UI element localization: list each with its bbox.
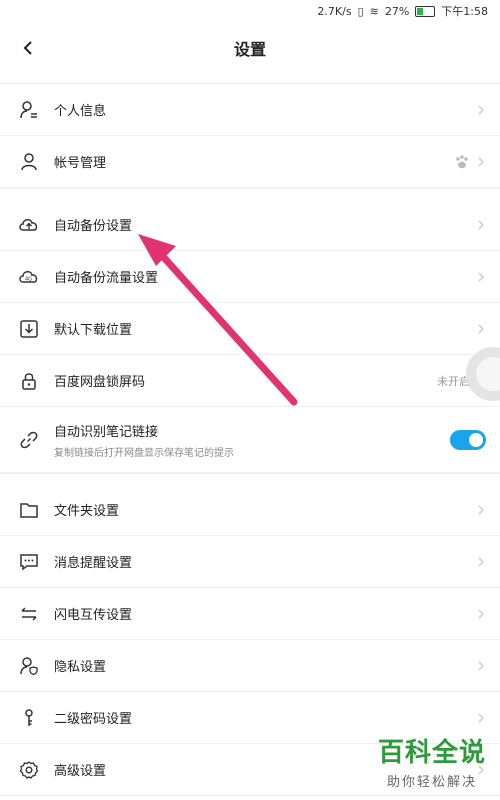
- row-label: 自动备份流量设置: [54, 271, 159, 286]
- header: 设置: [0, 22, 500, 74]
- svg-text:4G: 4G: [25, 276, 32, 282]
- settings-row-backup-data-usage[interactable]: 4G 自动备份流量设置: [0, 251, 500, 303]
- row-label: 消息提醒设置: [54, 556, 133, 571]
- settings-row-auto-backup[interactable]: 自动备份设置: [0, 199, 500, 251]
- row-label: 个人信息: [54, 104, 107, 119]
- settings-list: 个人信息 帐号管理 自动备份设置 4G 自动备份流量设置 默认下载位置 百度网盘…: [0, 84, 500, 796]
- gear-icon: [18, 759, 40, 781]
- settings-row-note-link-detect[interactable]: 自动识别笔记链接 复制链接后打开网盘显示保存笔记的提示: [0, 407, 500, 473]
- network-speed: 2.7K/s: [317, 4, 352, 18]
- settings-row-notifications[interactable]: 消息提醒设置: [0, 536, 500, 588]
- chevron-right-icon: [478, 661, 484, 670]
- settings-row-folder[interactable]: 文件夹设置: [0, 484, 500, 536]
- chevron-right-icon: [478, 105, 484, 114]
- wifi-icon: ≋: [369, 4, 379, 18]
- back-button[interactable]: [14, 34, 42, 62]
- row-label: 百度网盘锁屏码: [54, 375, 146, 390]
- message-icon: [18, 551, 40, 573]
- battery-percent: 27%: [384, 4, 410, 18]
- settings-row-account[interactable]: 帐号管理: [0, 136, 500, 188]
- group-separator: [0, 473, 500, 484]
- row-label: 文件夹设置: [54, 504, 120, 519]
- row-label: 自动备份设置: [54, 219, 133, 234]
- user-card-icon: [18, 99, 40, 121]
- key-icon: [18, 707, 40, 729]
- battery-icon: [415, 5, 436, 17]
- chevron-right-icon: [478, 713, 484, 722]
- row-label: 闪电互传设置: [54, 608, 133, 623]
- download-box-icon: [18, 318, 40, 340]
- row-label: 默认下载位置: [54, 323, 133, 338]
- page-title: 设置: [233, 40, 266, 59]
- row-label: 二级密码设置: [54, 712, 133, 727]
- watermark-subtitle: 助你轻松解决: [386, 775, 477, 790]
- watermark: 百科全说 助你轻松解决: [378, 732, 486, 790]
- lock-icon: [18, 370, 40, 392]
- chevron-right-icon: [478, 220, 484, 229]
- folder-icon: [18, 499, 40, 521]
- user-icon: [18, 151, 40, 173]
- group-separator: [0, 188, 500, 199]
- clock: 下午1:58: [441, 5, 488, 18]
- link-icon: [18, 429, 40, 451]
- vibrate-icon: ▯: [357, 4, 364, 18]
- chevron-right-icon: [478, 609, 484, 618]
- row-label: 隐私设置: [54, 660, 107, 675]
- chevron-right-icon: [478, 272, 484, 281]
- chevron-right-icon: [478, 324, 484, 333]
- settings-row-lock-screen-code[interactable]: 百度网盘锁屏码 未开启: [0, 355, 500, 407]
- chevron-right-icon: [478, 157, 484, 166]
- cloud-upload-icon: [18, 214, 40, 236]
- settings-row-personal-info[interactable]: 个人信息: [0, 84, 500, 136]
- chevron-right-icon: [478, 557, 484, 566]
- transfer-arrows-icon: [18, 603, 40, 625]
- chevron-right-icon: [478, 505, 484, 514]
- watermark-title: 百科全说: [377, 738, 486, 768]
- baidu-paw-icon: [456, 154, 468, 168]
- privacy-user-icon: [18, 655, 40, 677]
- settings-row-download-location[interactable]: 默认下载位置: [0, 303, 500, 355]
- chevron-left-icon: [23, 41, 32, 55]
- row-label: 自动识别笔记链接: [54, 424, 159, 440]
- status-bar: 2.7K/s ▯ ≋ 27% 下午1:58: [0, 0, 500, 22]
- note-link-toggle[interactable]: [450, 429, 486, 450]
- settings-row-flash-transfer[interactable]: 闪电互传设置: [0, 588, 500, 640]
- row-description: 复制链接后打开网盘显示保存笔记的提示: [54, 447, 234, 459]
- settings-row-privacy[interactable]: 隐私设置: [0, 640, 500, 692]
- row-label: 帐号管理: [54, 156, 107, 171]
- cloud-4g-icon: 4G: [18, 266, 40, 288]
